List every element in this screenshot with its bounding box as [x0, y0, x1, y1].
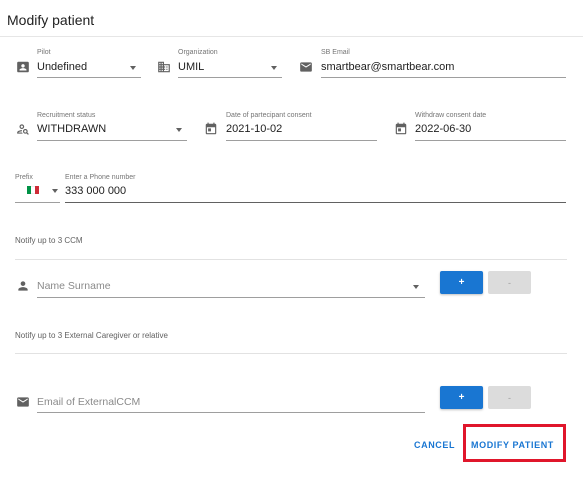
mail-icon: [299, 60, 313, 74]
cancel-button[interactable]: CANCEL: [414, 440, 455, 450]
ccm-name-underline: [37, 297, 425, 298]
pilot-underline: [37, 77, 141, 78]
external-section-label: Notify up to 3 External Caregiver or rel…: [15, 331, 168, 340]
recruitment-status-underline: [37, 140, 187, 141]
phone-number-input[interactable]: 333 000 000: [65, 185, 126, 197]
pilot-select[interactable]: Undefined: [37, 61, 87, 73]
organization-underline: [178, 77, 282, 78]
remove-external-button[interactable]: -: [488, 386, 531, 409]
italy-flag[interactable]: [27, 186, 39, 194]
withdraw-date-underline: [415, 140, 566, 141]
remove-ccm-button[interactable]: -: [488, 271, 531, 294]
sb-email-label: SB Email: [321, 49, 350, 56]
prefix-dropdown-icon[interactable]: [52, 189, 58, 193]
recruitment-status-dropdown-icon[interactable]: [176, 128, 182, 132]
ccm-section-divider: [15, 259, 567, 260]
person-icon: [16, 279, 30, 293]
add-ccm-button[interactable]: +: [440, 271, 483, 294]
external-email-input[interactable]: Email of ExternalCCM: [37, 396, 140, 408]
consent-date-underline: [226, 140, 377, 141]
mail-icon: [16, 395, 30, 409]
pilot-dropdown-icon[interactable]: [130, 66, 136, 70]
phone-number-underline: [65, 202, 566, 203]
calendar-icon[interactable]: [394, 122, 408, 136]
prefix-label: Prefix: [15, 174, 33, 181]
ccm-name-input[interactable]: Name Surname: [37, 280, 111, 292]
add-external-button[interactable]: +: [440, 386, 483, 409]
organization-label: Organization: [178, 49, 218, 56]
modify-patient-button[interactable]: MODIFY PATIENT: [471, 440, 554, 450]
pilot-label: Pilot: [37, 49, 51, 56]
organization-select[interactable]: UMIL: [178, 61, 204, 73]
prefix-underline: [15, 202, 60, 203]
consent-date-input[interactable]: 2021-10-02: [226, 123, 282, 135]
consent-date-label: Date of partecipant consent: [226, 112, 312, 119]
title-divider: [0, 36, 583, 37]
calendar-icon[interactable]: [204, 122, 218, 136]
recruitment-status-label: Recruitment status: [37, 112, 96, 119]
withdraw-date-label: Withdraw consent date: [415, 112, 487, 119]
organization-dropdown-icon[interactable]: [271, 66, 277, 70]
ccm-dropdown-icon[interactable]: [413, 285, 419, 289]
external-email-underline: [37, 412, 425, 413]
phone-number-label: Enter a Phone number: [65, 174, 136, 181]
withdraw-date-input[interactable]: 2022-06-30: [415, 123, 471, 135]
dialog-title: Modify patient: [7, 12, 95, 28]
recruitment-status-select[interactable]: WITHDRAWN: [37, 123, 106, 135]
sb-email-underline: [321, 77, 566, 78]
external-section-divider: [15, 353, 567, 354]
person-search-icon: [16, 122, 30, 136]
badge-icon: [16, 60, 30, 74]
sb-email-input[interactable]: smartbear@smartbear.com: [321, 61, 454, 73]
building-icon: [157, 60, 171, 74]
ccm-section-label: Notify up to 3 CCM: [15, 236, 83, 245]
